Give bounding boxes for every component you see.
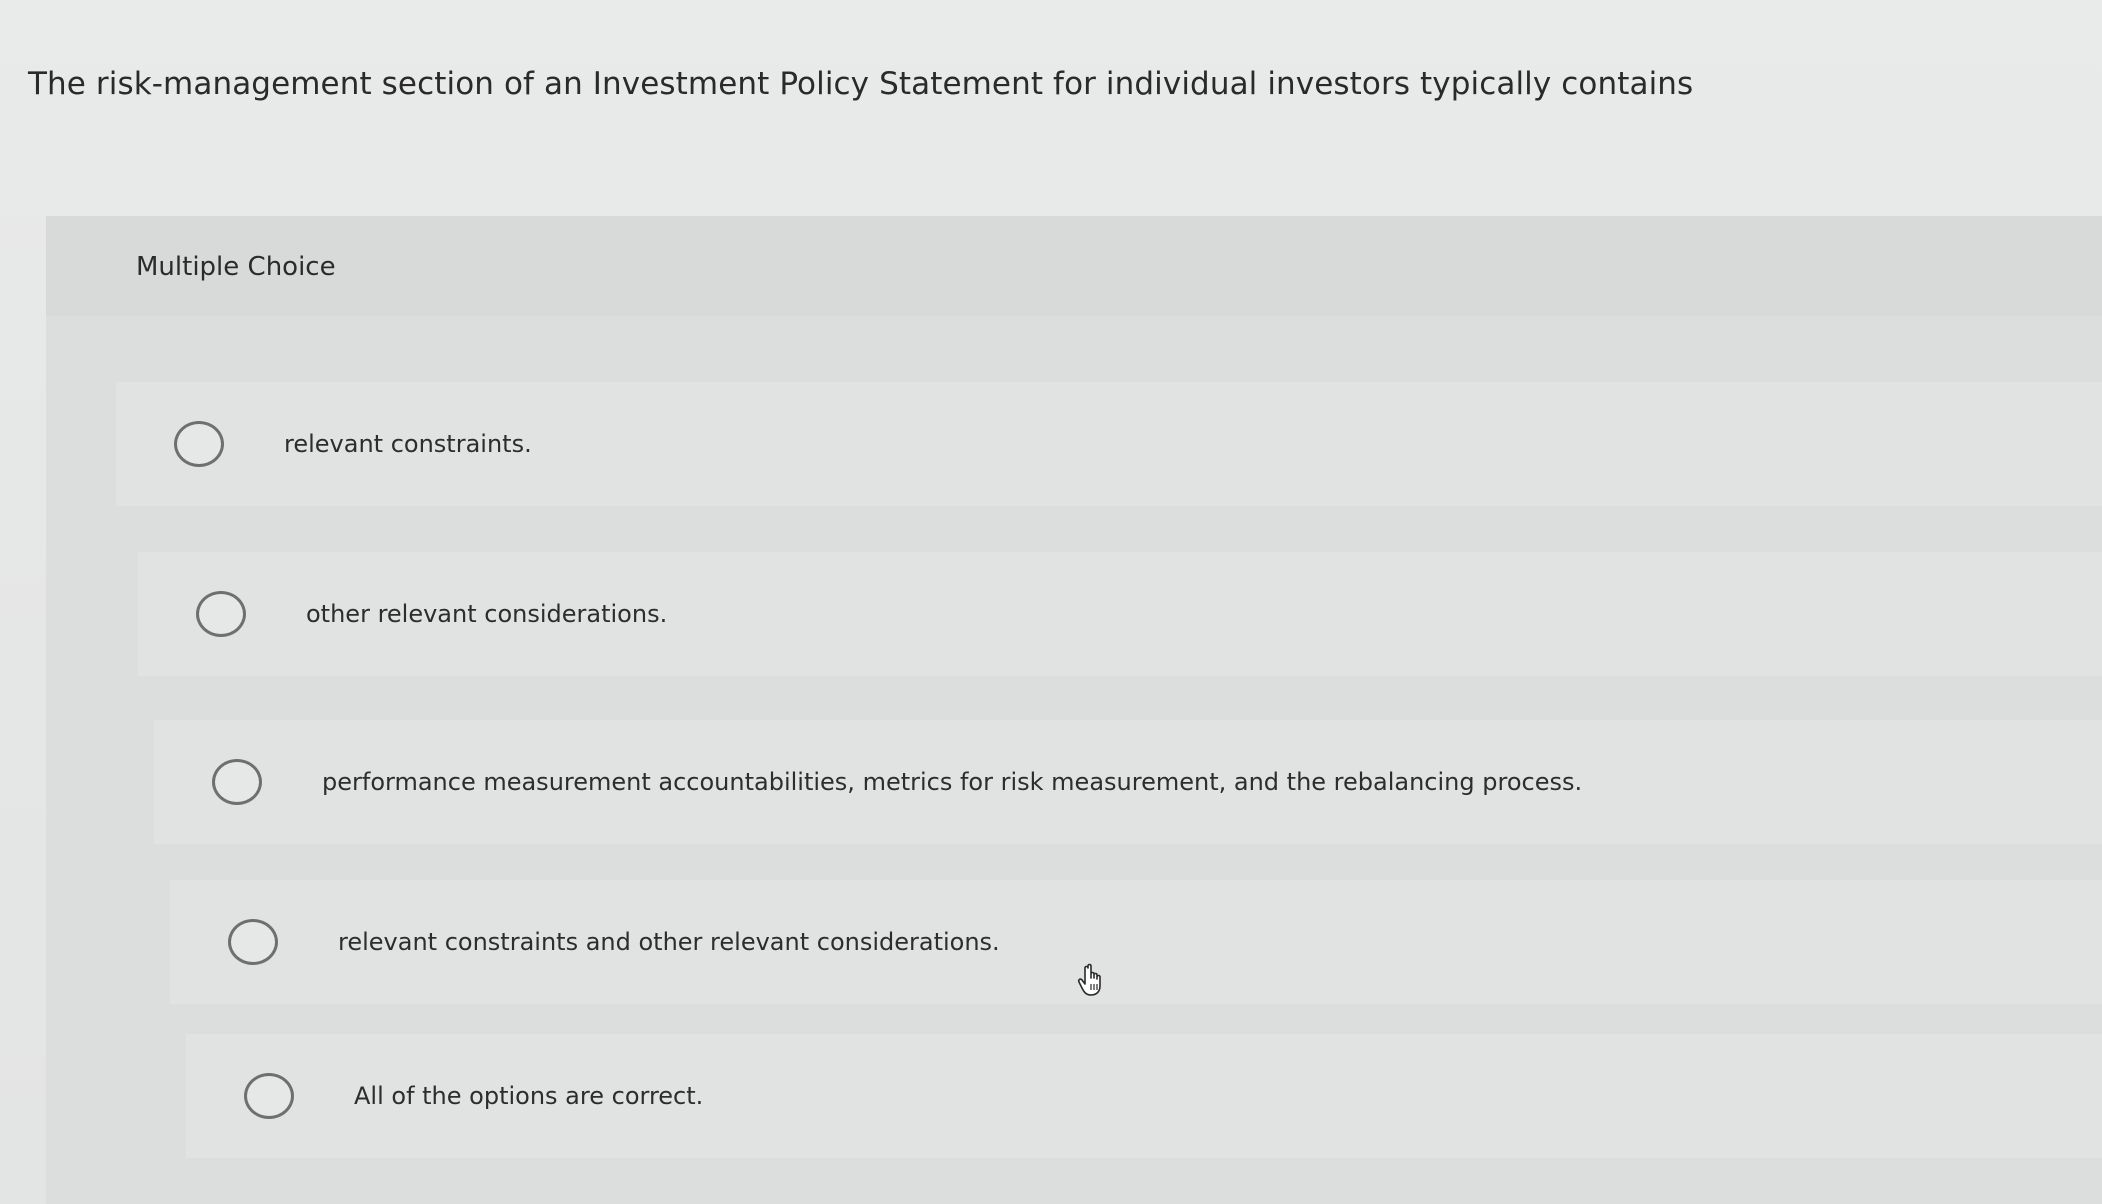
- radio-button-icon[interactable]: [212, 759, 262, 805]
- radio-button-icon[interactable]: [174, 421, 224, 467]
- answer-option-4[interactable]: relevant constraints and other relevant …: [170, 880, 2102, 1004]
- multiple-choice-label: Multiple Choice: [136, 252, 336, 282]
- answer-option-label[interactable]: performance measurement accountabilities…: [322, 768, 1582, 796]
- answer-option-2[interactable]: other relevant considerations.: [138, 552, 2102, 676]
- answer-option-1[interactable]: relevant constraints.: [116, 382, 2102, 506]
- answer-option-label[interactable]: other relevant considerations.: [306, 600, 667, 628]
- answer-option-label[interactable]: relevant constraints.: [284, 430, 532, 458]
- multiple-choice-panel: Multiple Choice relevant constraints. ot…: [46, 216, 2102, 1204]
- answer-option-label[interactable]: relevant constraints and other relevant …: [338, 928, 1000, 956]
- radio-button-icon[interactable]: [244, 1073, 294, 1119]
- hand-pointer-icon: [1077, 963, 1101, 996]
- question-text: The risk-management section of an Invest…: [28, 66, 1694, 102]
- multiple-choice-header: Multiple Choice: [46, 216, 2102, 316]
- radio-button-icon[interactable]: [228, 919, 278, 965]
- answer-option-3[interactable]: performance measurement accountabilities…: [154, 720, 2102, 844]
- answer-option-5[interactable]: All of the options are correct.: [186, 1034, 2102, 1158]
- answer-option-label[interactable]: All of the options are correct.: [354, 1082, 703, 1110]
- radio-button-icon[interactable]: [196, 591, 246, 637]
